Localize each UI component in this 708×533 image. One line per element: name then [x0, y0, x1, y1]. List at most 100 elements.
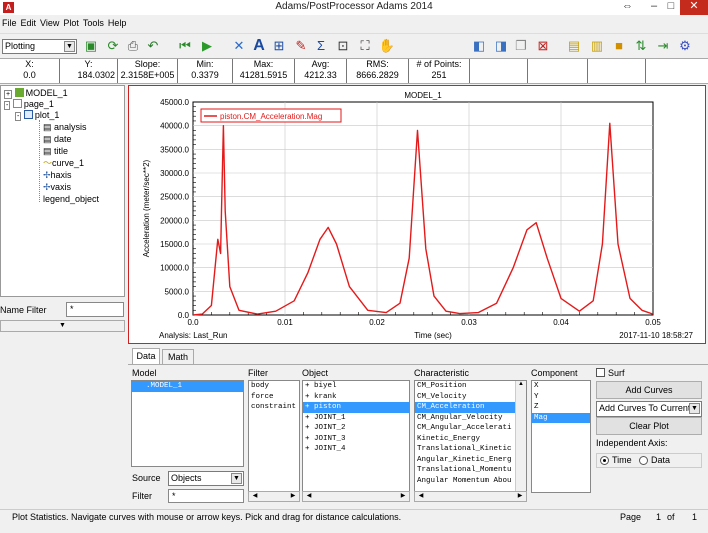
tree-node-legend[interactable]: legend_object — [43, 194, 99, 205]
new-page-icon[interactable]: ▣ — [82, 37, 100, 55]
tree-node-date[interactable]: ▤ date — [43, 134, 72, 145]
surf-checkbox[interactable] — [596, 368, 605, 377]
characteristic-item[interactable]: Translational_Momentu — [415, 465, 526, 476]
tree-node-analysis[interactable]: ▤ analysis — [43, 122, 87, 133]
restore-icon[interactable]: ⇔ — [615, 0, 640, 15]
fit-icon[interactable]: ⛶ — [356, 37, 374, 55]
filter-list[interactable]: body force constraint — [248, 380, 300, 493]
refresh-icon[interactable]: ⟳ — [104, 37, 122, 55]
characteristic-item[interactable]: CM_Acceleration — [415, 402, 526, 413]
filter-field-input[interactable]: * — [168, 489, 244, 503]
object-item[interactable]: + biyel — [303, 381, 409, 392]
page-total: 1 — [692, 512, 698, 522]
characteristic-item[interactable]: CM_Angular_Velocity — [415, 413, 526, 424]
menu-plot[interactable]: Plot — [61, 15, 81, 32]
undo-icon[interactable]: ↶ — [144, 37, 162, 55]
close-button[interactable]: ✕ — [680, 0, 708, 15]
tree-collapse-toggle[interactable]: ▼ — [0, 320, 125, 332]
menu-edit[interactable]: Edit — [19, 15, 39, 32]
collapse-icon[interactable]: - — [4, 101, 11, 110]
y-tick-label: 25000.0 — [160, 193, 189, 202]
menu-file[interactable]: File — [0, 15, 19, 32]
component-list[interactable]: X Y Z Mag — [531, 380, 591, 493]
delete-page-icon[interactable]: ⊠ — [534, 37, 552, 55]
axis-icon[interactable]: ⊞ — [270, 37, 288, 55]
plot-area[interactable]: 0.0 0.01 0.02 0.03 0.04 0.05 0.0 5000.0 10000.0 1… — [128, 85, 706, 344]
collapse-icon[interactable]: - — [15, 112, 22, 121]
characteristic-list[interactable]: CM_Position CM_Velocity CM_Acceleration … — [414, 380, 527, 493]
filter-item[interactable]: constraint — [249, 402, 299, 413]
characteristic-item[interactable]: Translational_Kinetic — [415, 444, 526, 455]
characteristic-item[interactable]: Kinetic_Energy — [415, 434, 526, 445]
characteristic-vscroll[interactable]: ▲ — [515, 381, 526, 491]
stat-points: # of Points: 251 — [409, 59, 470, 83]
tree-node-haxis[interactable]: ✢haxis — [43, 170, 72, 181]
menu-view[interactable]: View — [38, 15, 61, 32]
sum-icon[interactable]: Σ — [312, 37, 330, 55]
component-item[interactable]: Y — [532, 392, 590, 403]
first-page-icon[interactable]: ⏮ — [176, 37, 194, 55]
expand-icon[interactable]: + — [4, 90, 13, 99]
add-curves-to-select[interactable]: Add Curves To Current ▼ — [596, 401, 702, 417]
characteristic-item[interactable]: Angular Momentum Abou — [415, 476, 526, 487]
object-item[interactable]: + krank — [303, 392, 409, 403]
x-tick-label: 0.0 — [187, 318, 199, 327]
component-item[interactable]: X — [532, 381, 590, 392]
filter-item[interactable]: body — [249, 381, 299, 392]
add-curves-button[interactable]: Add Curves — [596, 381, 702, 399]
name-filter-input[interactable]: * — [66, 302, 124, 317]
settings-gear-icon[interactable]: ⚙ — [676, 37, 694, 55]
characteristic-item[interactable]: Angular_Kinetic_Energ — [415, 455, 526, 466]
object-item[interactable]: + JOINT_3 — [303, 434, 409, 445]
text-icon[interactable]: A — [250, 37, 268, 55]
next-page-icon[interactable]: ◨ — [492, 37, 510, 55]
play-icon[interactable]: ▶ — [198, 37, 216, 55]
component-item[interactable]: Mag — [532, 412, 590, 423]
data-radio-label: Data — [651, 455, 671, 465]
tab-math[interactable]: Math — [162, 349, 194, 364]
object-item[interactable]: + JOINT_1 — [303, 413, 409, 424]
mode-select[interactable]: Plotting ▼ — [2, 39, 77, 54]
characteristic-item[interactable]: CM_Position — [415, 381, 526, 392]
layout-1-icon[interactable]: ▤ — [565, 37, 583, 55]
export-icon[interactable]: ⇥ — [654, 37, 672, 55]
clear-plot-button[interactable]: Clear Plot — [596, 417, 702, 435]
object-item[interactable]: + JOINT_4 — [303, 444, 409, 455]
tab-data[interactable]: Data — [132, 348, 160, 364]
tools-icon[interactable]: ✕ — [230, 37, 248, 55]
print-icon[interactable]: ⎙ — [124, 37, 142, 55]
characteristic-item[interactable]: CM_Angular_Accelerati — [415, 423, 526, 434]
menu-help[interactable]: Help — [106, 15, 129, 32]
model-item[interactable]: .MODEL_1 — [132, 381, 243, 392]
filter-item[interactable]: force — [249, 392, 299, 403]
tree-node-title[interactable]: ▤ title — [43, 146, 68, 157]
y-tick-label: 0.0 — [178, 311, 190, 320]
time-radio[interactable] — [600, 456, 609, 465]
layout-3-icon[interactable]: ■ — [610, 37, 628, 55]
zoom-box-icon[interactable]: ⊡ — [334, 37, 352, 55]
tree-node-curve[interactable]: 〜curve_1 — [43, 158, 84, 169]
characteristic-hscroll[interactable]: ◀ ▶ — [414, 491, 527, 502]
source-select[interactable]: Objects ▼ — [168, 471, 244, 486]
object-item[interactable]: + piston — [303, 402, 409, 413]
object-list[interactable]: + biyel + krank + piston + JOINT_1 + JOI… — [302, 380, 410, 493]
filter-scrollbar[interactable]: ◀ ▶ — [248, 491, 300, 502]
add-page-icon[interactable]: ❐ — [512, 37, 530, 55]
scroll-up-icon[interactable]: ▲ — [516, 381, 526, 387]
maximize-button[interactable]: □ — [662, 0, 680, 15]
menu-tools[interactable]: Tools — [81, 15, 106, 32]
curve-edit-icon[interactable]: ✎ — [292, 37, 310, 55]
component-item[interactable]: Z — [532, 402, 590, 413]
pan-hand-icon[interactable]: ✋ — [378, 37, 396, 55]
prev-page-icon[interactable]: ◧ — [470, 37, 488, 55]
object-item[interactable]: + JOINT_2 — [303, 423, 409, 434]
minimize-button[interactable]: – — [645, 0, 663, 15]
model-list[interactable]: .MODEL_1 — [131, 380, 244, 467]
object-scrollbar[interactable]: ◀ ▶ — [302, 491, 410, 502]
tree-node-plot[interactable]: - plot_1 — [15, 110, 59, 122]
toggle-tree-icon[interactable]: ⇅ — [632, 37, 650, 55]
characteristic-item[interactable]: CM_Velocity — [415, 392, 526, 403]
data-radio[interactable] — [639, 456, 648, 465]
layout-2-icon[interactable]: ▥ — [588, 37, 606, 55]
tree-node-vaxis[interactable]: ✢vaxis — [43, 182, 71, 193]
